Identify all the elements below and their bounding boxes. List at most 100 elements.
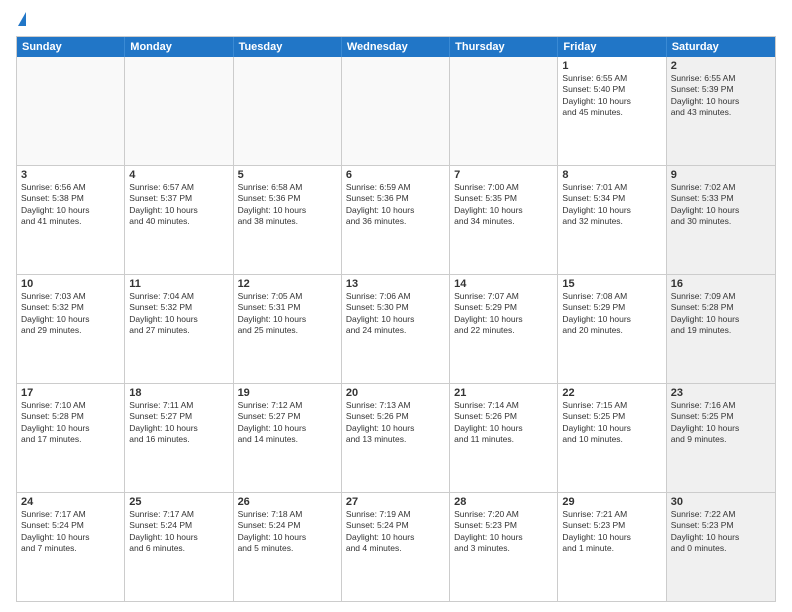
calendar-cell: 20Sunrise: 7:13 AM Sunset: 5:26 PM Dayli… bbox=[342, 384, 450, 492]
calendar-week-row: 17Sunrise: 7:10 AM Sunset: 5:28 PM Dayli… bbox=[17, 383, 775, 492]
calendar-cell bbox=[342, 57, 450, 165]
day-info: Sunrise: 7:20 AM Sunset: 5:23 PM Dayligh… bbox=[454, 509, 553, 555]
calendar-cell: 4Sunrise: 6:57 AM Sunset: 5:37 PM Daylig… bbox=[125, 166, 233, 274]
calendar-cell: 18Sunrise: 7:11 AM Sunset: 5:27 PM Dayli… bbox=[125, 384, 233, 492]
day-number: 30 bbox=[671, 496, 771, 508]
day-info: Sunrise: 7:07 AM Sunset: 5:29 PM Dayligh… bbox=[454, 291, 553, 337]
calendar-week-row: 1Sunrise: 6:55 AM Sunset: 5:40 PM Daylig… bbox=[17, 57, 775, 165]
calendar-cell: 25Sunrise: 7:17 AM Sunset: 5:24 PM Dayli… bbox=[125, 493, 233, 601]
day-info: Sunrise: 7:08 AM Sunset: 5:29 PM Dayligh… bbox=[562, 291, 661, 337]
calendar-cell: 10Sunrise: 7:03 AM Sunset: 5:32 PM Dayli… bbox=[17, 275, 125, 383]
day-number: 22 bbox=[562, 387, 661, 399]
calendar-cell: 23Sunrise: 7:16 AM Sunset: 5:25 PM Dayli… bbox=[667, 384, 775, 492]
day-info: Sunrise: 7:21 AM Sunset: 5:23 PM Dayligh… bbox=[562, 509, 661, 555]
day-info: Sunrise: 6:57 AM Sunset: 5:37 PM Dayligh… bbox=[129, 182, 228, 228]
calendar-cell: 19Sunrise: 7:12 AM Sunset: 5:27 PM Dayli… bbox=[234, 384, 342, 492]
header bbox=[16, 12, 776, 28]
day-number: 2 bbox=[671, 60, 771, 72]
day-info: Sunrise: 6:58 AM Sunset: 5:36 PM Dayligh… bbox=[238, 182, 337, 228]
day-number: 27 bbox=[346, 496, 445, 508]
calendar-cell: 1Sunrise: 6:55 AM Sunset: 5:40 PM Daylig… bbox=[558, 57, 666, 165]
day-number: 1 bbox=[562, 60, 661, 72]
day-number: 6 bbox=[346, 169, 445, 181]
calendar-day-header: Sunday bbox=[17, 37, 125, 57]
day-info: Sunrise: 7:04 AM Sunset: 5:32 PM Dayligh… bbox=[129, 291, 228, 337]
day-number: 7 bbox=[454, 169, 553, 181]
day-info: Sunrise: 7:18 AM Sunset: 5:24 PM Dayligh… bbox=[238, 509, 337, 555]
day-number: 4 bbox=[129, 169, 228, 181]
calendar-cell: 5Sunrise: 6:58 AM Sunset: 5:36 PM Daylig… bbox=[234, 166, 342, 274]
day-info: Sunrise: 6:55 AM Sunset: 5:39 PM Dayligh… bbox=[671, 73, 771, 119]
calendar-day-header: Tuesday bbox=[234, 37, 342, 57]
day-info: Sunrise: 7:01 AM Sunset: 5:34 PM Dayligh… bbox=[562, 182, 661, 228]
day-info: Sunrise: 7:03 AM Sunset: 5:32 PM Dayligh… bbox=[21, 291, 120, 337]
calendar-cell: 7Sunrise: 7:00 AM Sunset: 5:35 PM Daylig… bbox=[450, 166, 558, 274]
day-number: 18 bbox=[129, 387, 228, 399]
calendar-cell: 15Sunrise: 7:08 AM Sunset: 5:29 PM Dayli… bbox=[558, 275, 666, 383]
day-number: 11 bbox=[129, 278, 228, 290]
day-number: 23 bbox=[671, 387, 771, 399]
day-info: Sunrise: 7:09 AM Sunset: 5:28 PM Dayligh… bbox=[671, 291, 771, 337]
day-info: Sunrise: 7:16 AM Sunset: 5:25 PM Dayligh… bbox=[671, 400, 771, 446]
day-number: 5 bbox=[238, 169, 337, 181]
calendar-cell bbox=[450, 57, 558, 165]
calendar-week-row: 24Sunrise: 7:17 AM Sunset: 5:24 PM Dayli… bbox=[17, 492, 775, 601]
day-number: 8 bbox=[562, 169, 661, 181]
calendar-body: 1Sunrise: 6:55 AM Sunset: 5:40 PM Daylig… bbox=[17, 57, 775, 601]
calendar-day-header: Saturday bbox=[667, 37, 775, 57]
day-info: Sunrise: 7:15 AM Sunset: 5:25 PM Dayligh… bbox=[562, 400, 661, 446]
logo-triangle-icon bbox=[18, 12, 26, 26]
day-info: Sunrise: 6:55 AM Sunset: 5:40 PM Dayligh… bbox=[562, 73, 661, 119]
calendar-week-row: 10Sunrise: 7:03 AM Sunset: 5:32 PM Dayli… bbox=[17, 274, 775, 383]
calendar-cell: 22Sunrise: 7:15 AM Sunset: 5:25 PM Dayli… bbox=[558, 384, 666, 492]
day-number: 16 bbox=[671, 278, 771, 290]
day-info: Sunrise: 7:10 AM Sunset: 5:28 PM Dayligh… bbox=[21, 400, 120, 446]
day-number: 3 bbox=[21, 169, 120, 181]
calendar-cell: 24Sunrise: 7:17 AM Sunset: 5:24 PM Dayli… bbox=[17, 493, 125, 601]
day-number: 9 bbox=[671, 169, 771, 181]
day-number: 26 bbox=[238, 496, 337, 508]
day-number: 25 bbox=[129, 496, 228, 508]
day-number: 15 bbox=[562, 278, 661, 290]
day-number: 17 bbox=[21, 387, 120, 399]
calendar-day-header: Thursday bbox=[450, 37, 558, 57]
day-number: 28 bbox=[454, 496, 553, 508]
calendar-header: SundayMondayTuesdayWednesdayThursdayFrid… bbox=[17, 37, 775, 57]
calendar-cell: 28Sunrise: 7:20 AM Sunset: 5:23 PM Dayli… bbox=[450, 493, 558, 601]
page: SundayMondayTuesdayWednesdayThursdayFrid… bbox=[0, 0, 792, 612]
day-info: Sunrise: 7:13 AM Sunset: 5:26 PM Dayligh… bbox=[346, 400, 445, 446]
calendar-cell: 3Sunrise: 6:56 AM Sunset: 5:38 PM Daylig… bbox=[17, 166, 125, 274]
calendar-cell: 8Sunrise: 7:01 AM Sunset: 5:34 PM Daylig… bbox=[558, 166, 666, 274]
calendar-cell: 27Sunrise: 7:19 AM Sunset: 5:24 PM Dayli… bbox=[342, 493, 450, 601]
day-info: Sunrise: 7:05 AM Sunset: 5:31 PM Dayligh… bbox=[238, 291, 337, 337]
calendar-cell: 16Sunrise: 7:09 AM Sunset: 5:28 PM Dayli… bbox=[667, 275, 775, 383]
day-number: 12 bbox=[238, 278, 337, 290]
day-number: 13 bbox=[346, 278, 445, 290]
calendar-day-header: Wednesday bbox=[342, 37, 450, 57]
day-number: 19 bbox=[238, 387, 337, 399]
calendar-cell: 2Sunrise: 6:55 AM Sunset: 5:39 PM Daylig… bbox=[667, 57, 775, 165]
day-number: 10 bbox=[21, 278, 120, 290]
calendar-cell: 9Sunrise: 7:02 AM Sunset: 5:33 PM Daylig… bbox=[667, 166, 775, 274]
day-info: Sunrise: 7:17 AM Sunset: 5:24 PM Dayligh… bbox=[21, 509, 120, 555]
calendar-cell: 14Sunrise: 7:07 AM Sunset: 5:29 PM Dayli… bbox=[450, 275, 558, 383]
day-info: Sunrise: 7:19 AM Sunset: 5:24 PM Dayligh… bbox=[346, 509, 445, 555]
calendar-cell bbox=[17, 57, 125, 165]
day-info: Sunrise: 7:02 AM Sunset: 5:33 PM Dayligh… bbox=[671, 182, 771, 228]
calendar-cell: 30Sunrise: 7:22 AM Sunset: 5:23 PM Dayli… bbox=[667, 493, 775, 601]
day-info: Sunrise: 7:14 AM Sunset: 5:26 PM Dayligh… bbox=[454, 400, 553, 446]
day-number: 29 bbox=[562, 496, 661, 508]
calendar-cell: 12Sunrise: 7:05 AM Sunset: 5:31 PM Dayli… bbox=[234, 275, 342, 383]
calendar-cell bbox=[234, 57, 342, 165]
calendar-cell: 6Sunrise: 6:59 AM Sunset: 5:36 PM Daylig… bbox=[342, 166, 450, 274]
calendar-cell: 29Sunrise: 7:21 AM Sunset: 5:23 PM Dayli… bbox=[558, 493, 666, 601]
day-info: Sunrise: 7:22 AM Sunset: 5:23 PM Dayligh… bbox=[671, 509, 771, 555]
day-info: Sunrise: 7:00 AM Sunset: 5:35 PM Dayligh… bbox=[454, 182, 553, 228]
calendar-week-row: 3Sunrise: 6:56 AM Sunset: 5:38 PM Daylig… bbox=[17, 165, 775, 274]
day-info: Sunrise: 7:17 AM Sunset: 5:24 PM Dayligh… bbox=[129, 509, 228, 555]
logo bbox=[16, 12, 26, 28]
day-info: Sunrise: 7:12 AM Sunset: 5:27 PM Dayligh… bbox=[238, 400, 337, 446]
day-info: Sunrise: 7:06 AM Sunset: 5:30 PM Dayligh… bbox=[346, 291, 445, 337]
calendar-day-header: Friday bbox=[558, 37, 666, 57]
day-number: 24 bbox=[21, 496, 120, 508]
